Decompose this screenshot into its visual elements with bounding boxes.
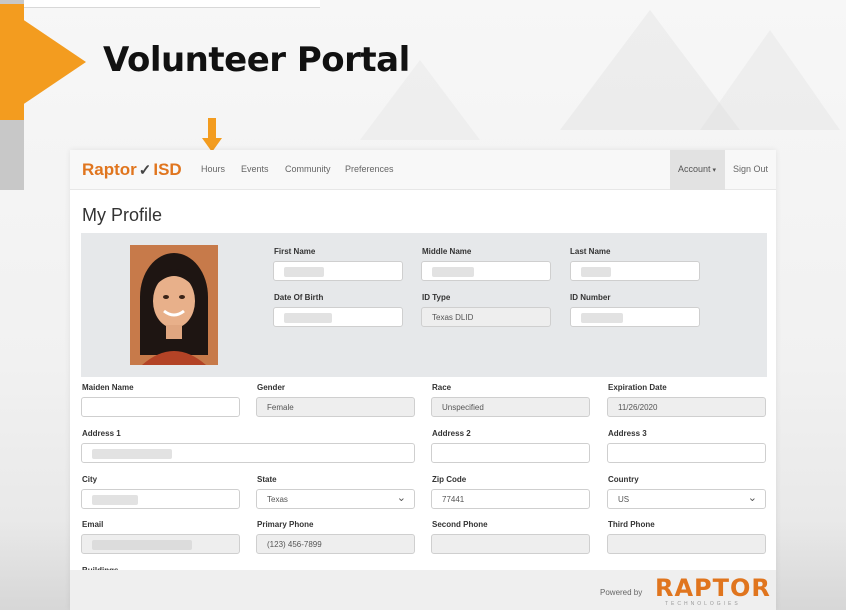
down-arrow-icon (202, 118, 222, 152)
dob-label: Date Of Birth (274, 293, 324, 302)
address2-label: Address 2 (432, 429, 471, 438)
expiration-date-label: Expiration Date (608, 383, 667, 392)
middle-name-field[interactable] (421, 261, 551, 281)
redacted-value (92, 495, 138, 505)
address3-field[interactable] (607, 443, 766, 463)
brand-logo[interactable]: Raptor ✓ ISD (82, 160, 182, 180)
address1-label: Address 1 (82, 429, 121, 438)
dob-field[interactable] (273, 307, 403, 327)
first-name-label: First Name (274, 247, 316, 256)
id-type-label: ID Type (422, 293, 451, 302)
second-phone-label: Second Phone (432, 520, 488, 529)
city-label: City (82, 475, 98, 484)
background-triangle (700, 30, 840, 130)
email-field[interactable] (81, 534, 240, 554)
brand-text: Raptor (82, 160, 137, 179)
primary-phone-label: Primary Phone (257, 520, 314, 529)
race-field[interactable]: Unspecified (431, 397, 590, 417)
address1-field[interactable] (81, 443, 415, 463)
redacted-value (581, 313, 623, 323)
orange-chevron-icon (0, 4, 86, 120)
app-window: Raptor ✓ ISD Hours Events Community Prefer… (70, 150, 776, 610)
id-type-field[interactable]: Texas DLID (421, 307, 551, 327)
zip-code-label: Zip Code (432, 475, 467, 484)
country-label: Country (608, 475, 639, 484)
redacted-value (432, 267, 474, 277)
raptor-bird-icon: ✓ (138, 162, 152, 179)
state-label: State (257, 475, 277, 484)
race-label: Race (432, 383, 452, 392)
redacted-value (92, 449, 172, 459)
address3-label: Address 3 (608, 429, 647, 438)
second-phone-field[interactable] (431, 534, 590, 554)
first-name-field[interactable] (273, 261, 403, 281)
nav-hours[interactable]: Hours (201, 164, 225, 174)
maiden-name-label: Maiden Name (82, 383, 134, 392)
zip-code-field[interactable]: 77441 (431, 489, 590, 509)
nav-community[interactable]: Community (285, 164, 331, 174)
third-phone-label: Third Phone (608, 520, 655, 529)
country-select[interactable]: US (607, 489, 766, 509)
redacted-value (284, 267, 324, 277)
sign-out-link[interactable]: Sign Out (733, 164, 768, 174)
portrait-image (130, 245, 218, 365)
caret-down-icon: ▾ (710, 167, 716, 174)
navbar: Raptor ✓ ISD Hours Events Community Prefer… (70, 150, 776, 190)
gender-label: Gender (257, 383, 286, 392)
account-menu[interactable]: Account ▾ (678, 164, 716, 174)
redacted-value (92, 540, 192, 550)
profile-panel: First Name Middle Name Last Name Date Of… (81, 233, 767, 377)
nav-events[interactable]: Events (241, 164, 269, 174)
email-label: Email (82, 520, 104, 529)
middle-name-label: Middle Name (422, 247, 472, 256)
brand-suffix: ISD (153, 160, 182, 179)
gender-field[interactable]: Female (256, 397, 415, 417)
last-name-field[interactable] (570, 261, 700, 281)
state-select[interactable]: Texas (256, 489, 415, 509)
profile-photo (130, 245, 218, 365)
id-number-field[interactable] (570, 307, 700, 327)
powered-by-text: Powered by (600, 588, 643, 597)
raptor-logo-subtitle: TECHNOLOGIES (665, 601, 741, 607)
slide-title: Volunteer Portal (103, 40, 410, 80)
nav-preferences[interactable]: Preferences (345, 164, 394, 174)
primary-phone-field[interactable]: (123) 456-7899 (256, 534, 415, 554)
raptor-logo: RAPTOR (655, 574, 771, 602)
redacted-value (581, 267, 611, 277)
redacted-value (284, 313, 332, 323)
id-number-label: ID Number (570, 293, 611, 302)
maiden-name-field[interactable] (81, 397, 240, 417)
account-label: Account (678, 164, 711, 174)
last-name-label: Last Name (570, 247, 611, 256)
address2-field[interactable] (431, 443, 590, 463)
third-phone-field[interactable] (607, 534, 766, 554)
page-title: My Profile (82, 205, 163, 225)
city-field[interactable] (81, 489, 240, 509)
expiration-date-field[interactable]: 11/26/2020 (607, 397, 766, 417)
